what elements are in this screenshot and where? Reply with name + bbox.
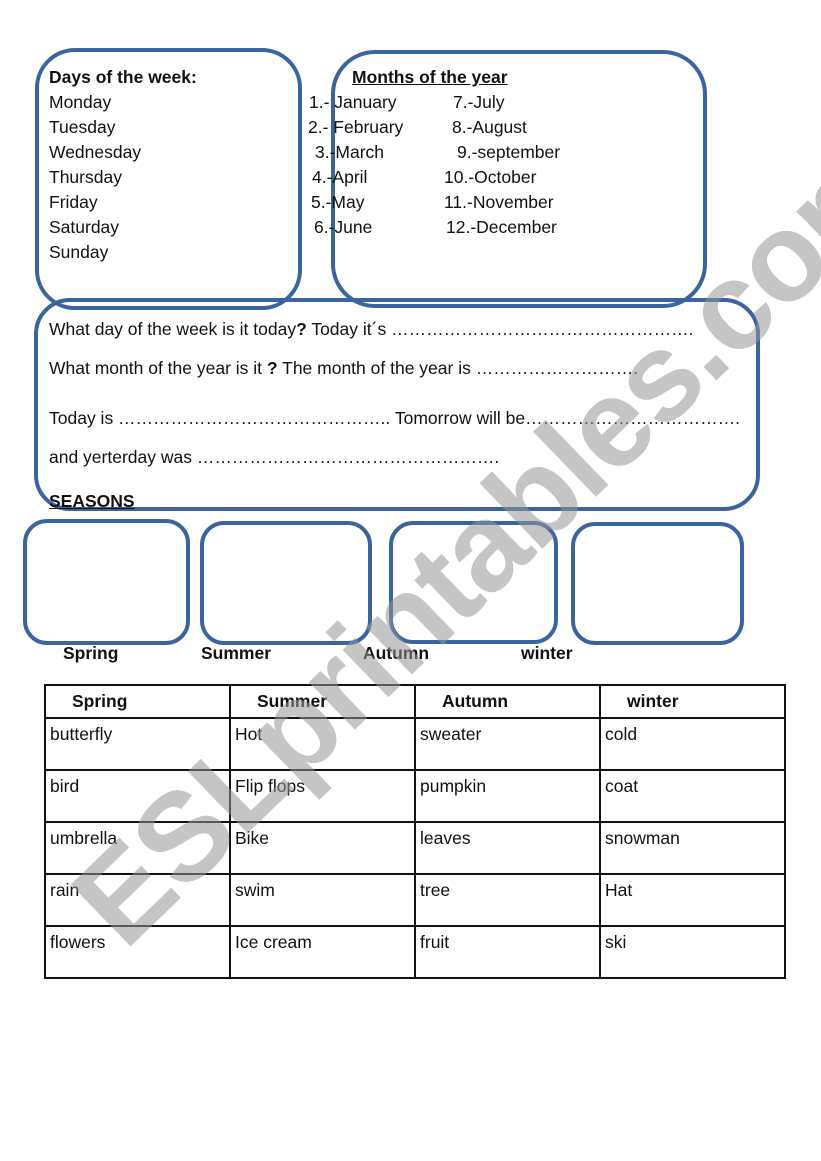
day-item: Monday <box>49 92 112 112</box>
question-yesterday: and yerterday was ……………………………………………. <box>49 447 500 467</box>
seasons-table: Spring Summer Autumn winter butterfly Ho… <box>44 684 786 979</box>
table-row: bird Flip flops pumpkin coat <box>44 769 786 823</box>
table-cell: Hot <box>229 717 416 771</box>
season-label: Summer <box>201 643 272 663</box>
season-label: Spring <box>63 643 119 663</box>
day-item: Friday <box>49 192 98 212</box>
table-cell: coat <box>599 769 786 823</box>
table-cell: Bike <box>229 821 416 875</box>
table-cell: flowers <box>44 925 231 979</box>
month-item: 4.-April <box>312 167 368 187</box>
month-item: 11.-November <box>444 192 554 212</box>
table-cell: umbrella <box>44 821 231 875</box>
table-header-row: Spring Summer Autumn winter <box>44 684 786 719</box>
day-item: Thursday <box>49 167 122 187</box>
month-item: 2.- February <box>308 117 404 137</box>
table-cell: Hat <box>599 873 786 927</box>
table-row: butterfly Hot sweater cold <box>44 717 786 771</box>
question-mark: ? <box>266 358 278 378</box>
months-title: Months of the year <box>352 67 508 87</box>
table-cell: pumpkin <box>414 769 601 823</box>
season-box-winter <box>571 522 744 645</box>
table-cell: butterfly <box>44 717 231 771</box>
table-header: Autumn <box>414 684 601 719</box>
season-label: winter <box>521 643 573 663</box>
table-cell: ski <box>599 925 786 979</box>
table-cell: cold <box>599 717 786 771</box>
month-item: 8.-August <box>452 117 527 137</box>
table-cell: leaves <box>414 821 601 875</box>
season-box-autumn <box>389 521 558 644</box>
seasons-heading: SEASONS <box>49 491 135 511</box>
question-month-text: What month of the year is it <box>49 358 267 378</box>
season-box-summer <box>200 521 372 645</box>
season-label: Autumn <box>363 643 430 663</box>
day-item: Wednesday <box>49 142 142 162</box>
month-item: 12.-December <box>446 217 557 237</box>
answer-blank: The month of the year is ………………………. <box>277 358 639 378</box>
month-item: 7.-July <box>453 92 505 112</box>
days-title: Days of the week: <box>49 67 197 87</box>
table-cell: swim <box>229 873 416 927</box>
day-item: Tuesday <box>49 117 116 137</box>
question-day: What day of the week is it today? Today … <box>49 317 693 342</box>
day-item: Saturday <box>49 217 120 237</box>
table-header: winter <box>599 684 786 719</box>
answer-blank: Today it´s ……………………………………………. <box>306 319 694 339</box>
month-item: 10.-October <box>444 167 537 187</box>
table-cell: sweater <box>414 717 601 771</box>
table-header: Summer <box>229 684 416 719</box>
question-mark: ? <box>296 319 307 339</box>
table-cell: snowman <box>599 821 786 875</box>
table-row: umbrella Bike leaves snowman <box>44 821 786 875</box>
day-item: Sunday <box>49 242 109 262</box>
table-header: Spring <box>44 684 231 719</box>
month-item: 6.-June <box>314 217 373 237</box>
question-month: What month of the year is it ? The month… <box>49 356 638 381</box>
month-item: 5.-May <box>311 192 365 212</box>
month-item: 3.-March <box>315 142 385 162</box>
question-today-tomorrow: Today is ……………………………………….. Tomorrow will… <box>49 408 741 428</box>
table-cell: bird <box>44 769 231 823</box>
table-row: flowers Ice cream fruit ski <box>44 925 786 979</box>
table-cell: Flip flops <box>229 769 416 823</box>
table-cell: Ice cream <box>229 925 416 979</box>
season-box-spring <box>23 519 190 645</box>
table-cell: fruit <box>414 925 601 979</box>
question-day-text: What day of the week is it today <box>49 319 297 339</box>
month-item: 1.- January <box>309 92 397 112</box>
table-cell: tree <box>414 873 601 927</box>
month-item: 9.-september <box>457 142 561 162</box>
table-row: rain swim tree Hat <box>44 873 786 927</box>
table-cell: rain <box>44 873 231 927</box>
